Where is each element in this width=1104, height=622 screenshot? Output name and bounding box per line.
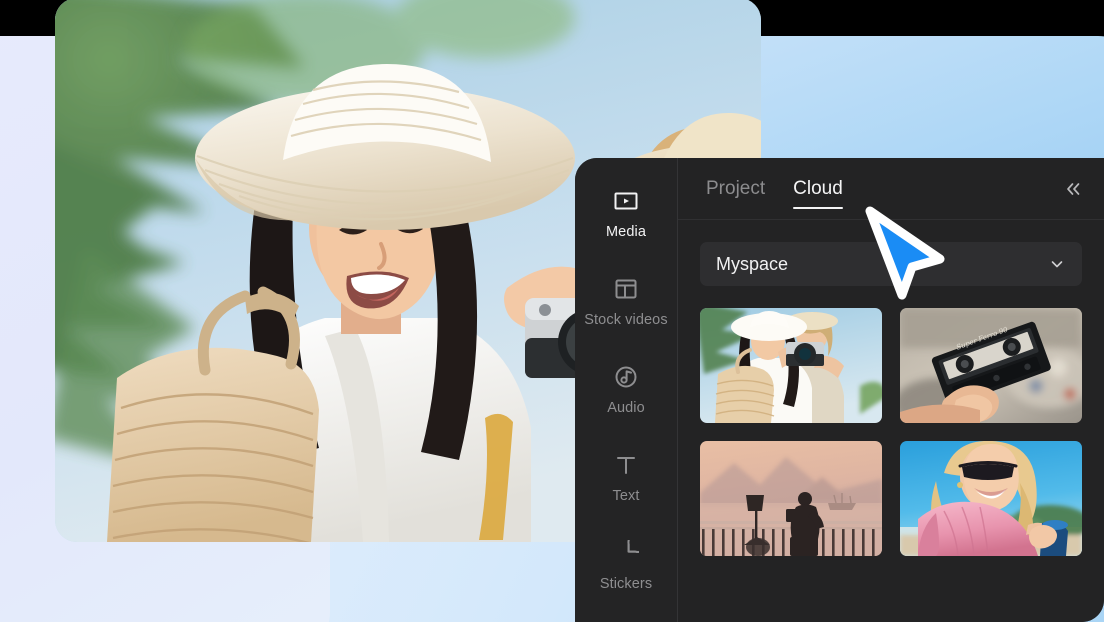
space-dropdown[interactable]: Myspace xyxy=(700,242,1082,286)
sidebar-item-stock-videos[interactable]: Stock videos xyxy=(575,272,677,360)
media-thumbnail-woman-in-pink-jacket[interactable] xyxy=(900,441,1082,556)
media-thumbnail-cassette-tape[interactable]: Super Ferro 90 xyxy=(900,308,1082,423)
tab-project[interactable]: Project xyxy=(706,158,765,220)
space-dropdown-value: Myspace xyxy=(716,253,789,274)
sidebar-item-label: Text xyxy=(612,488,640,504)
media-library-panel: Media Stock videos Audio Text Stickers P… xyxy=(575,158,1104,622)
panel-content: Project Cloud Myspace Super Ferro 90 xyxy=(678,158,1104,622)
panel-sidebar: Media Stock videos Audio Text Stickers xyxy=(575,158,678,622)
sidebar-item-label: Stickers xyxy=(599,576,653,592)
sidebar-item-label: Media xyxy=(606,224,646,240)
sidebar-item-text[interactable]: Text xyxy=(575,448,677,536)
media-thumbnail-pier-at-dusk[interactable] xyxy=(700,441,882,556)
screenshot-stage: Media Stock videos Audio Text Stickers P… xyxy=(0,0,1104,622)
double-chevron-left-icon[interactable] xyxy=(1060,176,1086,202)
tab-cloud[interactable]: Cloud xyxy=(793,158,843,220)
media-grid: Super Ferro 90 xyxy=(700,308,1086,622)
media-thumbnail-two-women-with-camera[interactable] xyxy=(700,308,882,423)
chevron-down-icon xyxy=(1048,255,1066,273)
media-icon xyxy=(613,184,639,218)
stock-videos-icon xyxy=(613,272,639,306)
sidebar-item-media[interactable]: Media xyxy=(575,184,677,272)
sidebar-item-label: Stock videos xyxy=(584,312,668,328)
panel-tabs: Project Cloud xyxy=(678,158,1104,220)
stickers-icon xyxy=(613,536,639,570)
background-card-blue-top xyxy=(742,36,1104,160)
sidebar-item-audio[interactable]: Audio xyxy=(575,360,677,448)
text-icon xyxy=(613,448,639,482)
audio-icon xyxy=(613,360,639,394)
sidebar-item-stickers[interactable]: Stickers xyxy=(575,536,677,622)
sidebar-item-label: Audio xyxy=(607,400,645,416)
